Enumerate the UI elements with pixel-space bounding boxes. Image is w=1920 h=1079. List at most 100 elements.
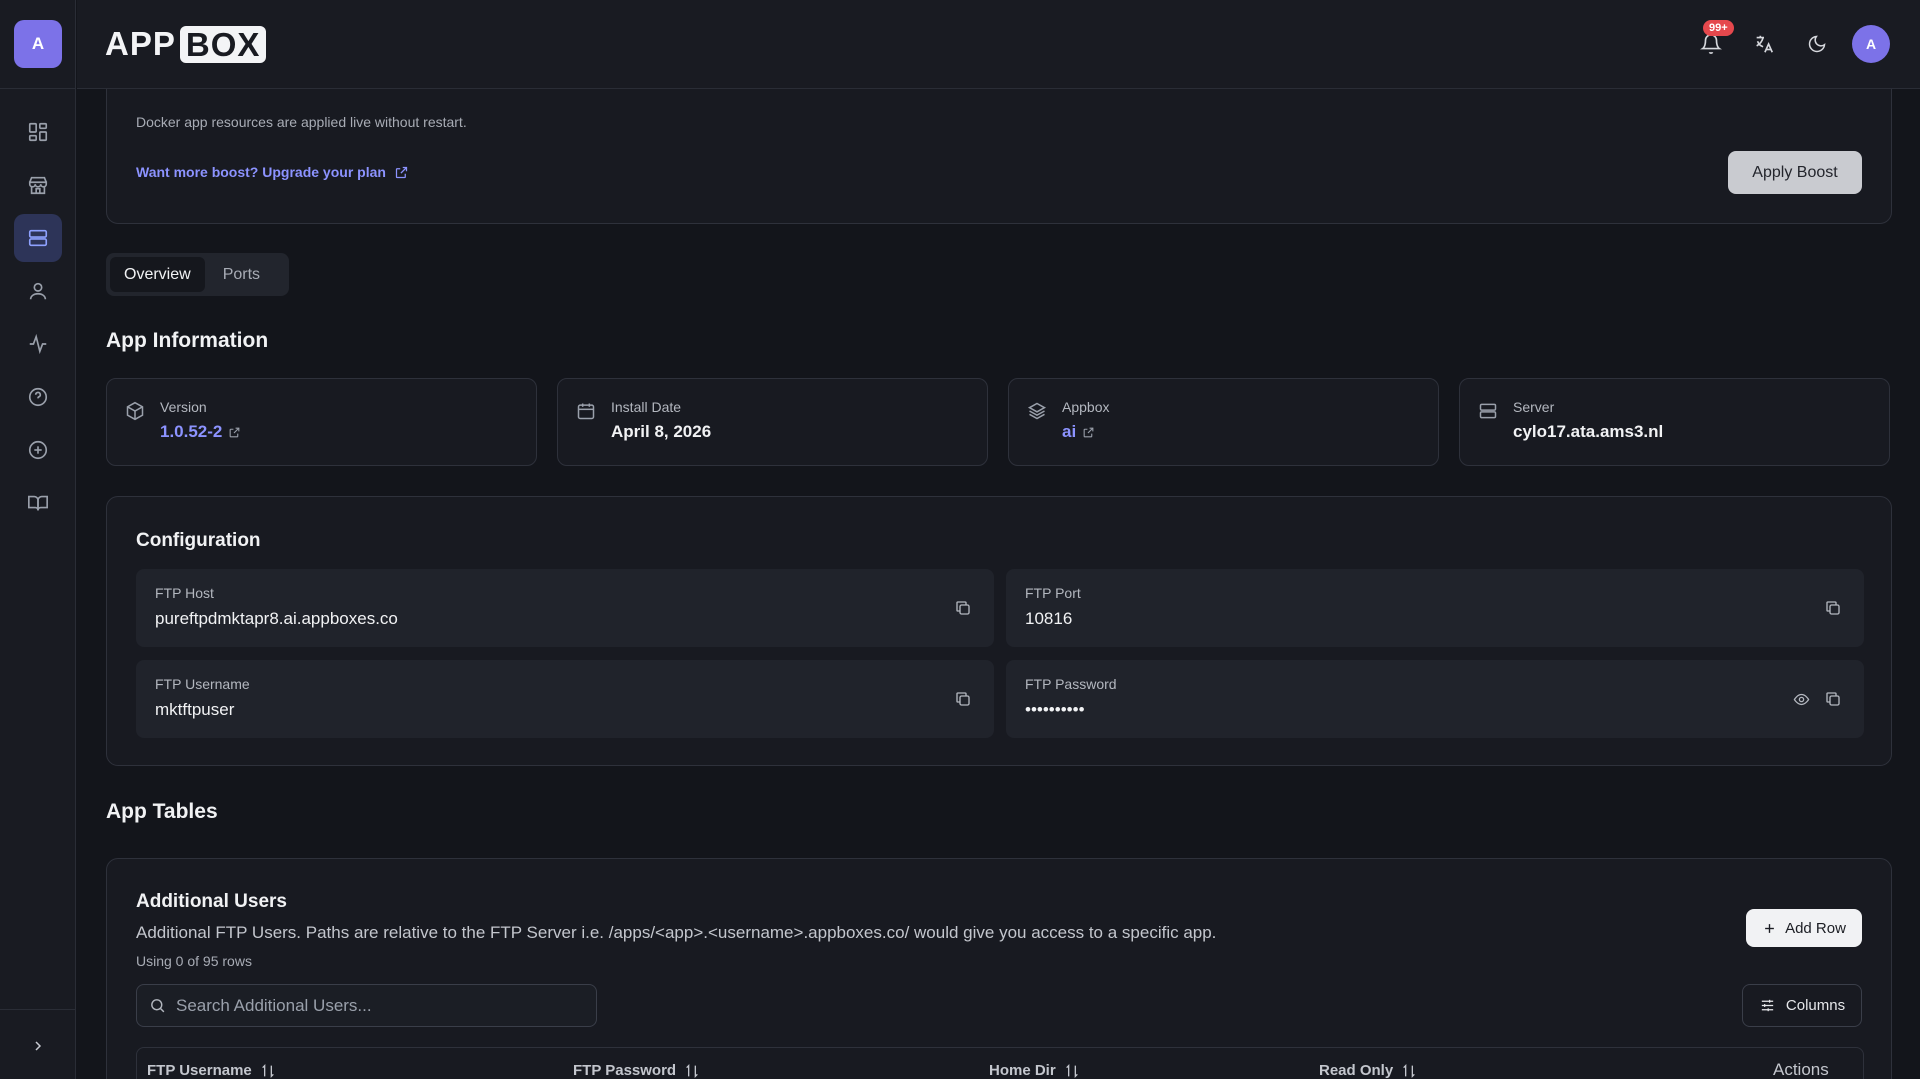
appbox-label: Appbox <box>1062 399 1110 415</box>
search-input[interactable] <box>176 995 576 1016</box>
columns-button[interactable]: Columns <box>1742 984 1862 1027</box>
nav-add[interactable] <box>14 426 62 474</box>
sort-icon <box>1401 1063 1417 1079</box>
column-header-label: FTP Password <box>573 1062 677 1079</box>
layers-icon <box>1027 401 1047 421</box>
store-icon <box>27 174 49 196</box>
ftp-password-field: FTP Password •••••••••• <box>1006 660 1864 738</box>
appbox-logo[interactable]: APP BOX <box>105 25 267 63</box>
column-header-label: FTP Username <box>147 1062 252 1079</box>
sidebar: A <box>0 0 76 1079</box>
external-link-icon <box>394 165 409 180</box>
sort-icon <box>684 1063 700 1079</box>
eye-icon[interactable] <box>1793 691 1810 708</box>
ftp-host-value: pureftpdmktapr8.ai.appboxes.co <box>155 609 398 628</box>
app-information-heading: App Information <box>106 329 269 352</box>
copy-icon[interactable] <box>1824 690 1842 708</box>
package-icon <box>125 401 145 421</box>
notification-badge: 99+ <box>1703 20 1734 36</box>
user-avatar[interactable]: A <box>1852 25 1890 63</box>
upgrade-plan-label: Want more boost? Upgrade your plan <box>136 164 386 180</box>
server-icon <box>1478 401 1498 421</box>
appbox-value: ai <box>1062 422 1077 441</box>
language-button[interactable] <box>1747 27 1781 61</box>
translate-icon <box>1753 33 1775 55</box>
additional-users-description: Additional FTP Users. Paths are relative… <box>136 923 1217 942</box>
upgrade-plan-link[interactable]: Want more boost? Upgrade your plan <box>136 164 409 180</box>
nav-servers[interactable] <box>14 214 62 262</box>
sidebar-divider <box>0 88 76 89</box>
nav-store[interactable] <box>14 161 62 209</box>
install-date-label: Install Date <box>611 399 682 415</box>
server-text: cylo17.ata.ams3.nl <box>1513 422 1664 441</box>
workspace-avatar[interactable]: A <box>14 20 62 68</box>
external-link-icon <box>1082 426 1095 439</box>
tab-overview[interactable]: Overview <box>110 257 205 292</box>
version-link[interactable]: 1.0.52-2 <box>160 422 241 442</box>
additional-users-card: Additional Users Additional FTP Users. P… <box>106 858 1892 1079</box>
theme-toggle-button[interactable] <box>1800 27 1834 61</box>
info-card-appbox: Appbox ai <box>1008 378 1439 466</box>
server-value: cylo17.ata.ams3.nl <box>1513 422 1663 442</box>
additional-users-heading: Additional Users <box>136 891 287 912</box>
external-link-icon <box>228 426 241 439</box>
book-icon <box>27 492 49 514</box>
column-header-ftp-username[interactable]: FTP Username <box>147 1062 276 1079</box>
ftp-port-value: 10816 <box>1025 609 1073 628</box>
ftp-host-field: FTP Host pureftpdmktapr8.ai.appboxes.co <box>136 569 994 647</box>
column-header-read-only[interactable]: Read Only <box>1319 1062 1417 1079</box>
dashboard-icon <box>27 121 49 143</box>
table-header: FTP Username FTP Password Home Dir Read … <box>136 1047 1864 1079</box>
tab-ports[interactable]: Ports <box>209 257 274 292</box>
version-label: Version <box>160 399 207 415</box>
info-card-server: Server cylo17.ata.ams3.nl <box>1459 378 1890 466</box>
version-value: 1.0.52-2 <box>160 422 223 441</box>
nav-docs[interactable] <box>14 479 62 527</box>
app-tables-heading: App Tables <box>106 800 218 823</box>
info-card-version: Version 1.0.52-2 <box>106 378 537 466</box>
columns-label: Columns <box>1785 997 1846 1014</box>
sidebar-bottom-divider <box>0 1009 76 1010</box>
server-label: Server <box>1513 399 1555 415</box>
nav-activity[interactable] <box>14 320 62 368</box>
ftp-host-label: FTP Host <box>155 585 214 601</box>
ftp-username-field: FTP Username mktftpuser <box>136 660 994 738</box>
plus-icon <box>1762 921 1777 936</box>
column-header-label: Home Dir <box>989 1062 1056 1079</box>
column-header-home-dir[interactable]: Home Dir <box>989 1062 1080 1079</box>
appbox-link[interactable]: ai <box>1062 422 1095 442</box>
column-header-ftp-password[interactable]: FTP Password <box>573 1062 700 1079</box>
copy-icon[interactable] <box>954 690 972 708</box>
plus-circle-icon <box>27 439 49 461</box>
search-box <box>136 984 597 1027</box>
moon-icon <box>1807 34 1827 54</box>
column-header-actions: Actions <box>1773 1060 1829 1079</box>
nav-users[interactable] <box>14 267 62 315</box>
sidebar-expand-button[interactable] <box>24 1032 52 1060</box>
top-header: APP BOX <box>77 0 1920 89</box>
configuration-card: Configuration FTP Host pureftpdmktapr8.a… <box>106 496 1892 766</box>
add-row-button[interactable]: Add Row <box>1746 909 1862 947</box>
apply-boost-button[interactable]: Apply Boost <box>1728 151 1862 194</box>
sort-icon <box>1064 1063 1080 1079</box>
activity-icon <box>27 333 49 355</box>
ftp-port-field: FTP Port 10816 <box>1006 569 1864 647</box>
ftp-password-label: FTP Password <box>1025 676 1117 692</box>
bell-icon <box>1700 33 1722 55</box>
add-row-label: Add Row <box>1785 919 1846 937</box>
chevron-right-icon <box>30 1038 46 1054</box>
install-date-value: April 8, 2026 <box>611 422 711 442</box>
rows-usage: Using 0 of 95 rows <box>136 953 252 969</box>
copy-icon[interactable] <box>954 599 972 617</box>
nav-dashboard[interactable] <box>14 108 62 156</box>
configuration-heading: Configuration <box>136 530 261 551</box>
brand-app-text: APP <box>105 25 176 62</box>
boost-note: Docker app resources are applied live wi… <box>136 114 467 130</box>
sort-icon <box>260 1063 276 1079</box>
copy-icon[interactable] <box>1824 599 1842 617</box>
ftp-port-label: FTP Port <box>1025 585 1081 601</box>
nav-help[interactable] <box>14 373 62 421</box>
install-date-text: April 8, 2026 <box>611 422 712 441</box>
search-icon <box>149 997 166 1014</box>
ftp-username-value: mktftpuser <box>155 700 235 719</box>
